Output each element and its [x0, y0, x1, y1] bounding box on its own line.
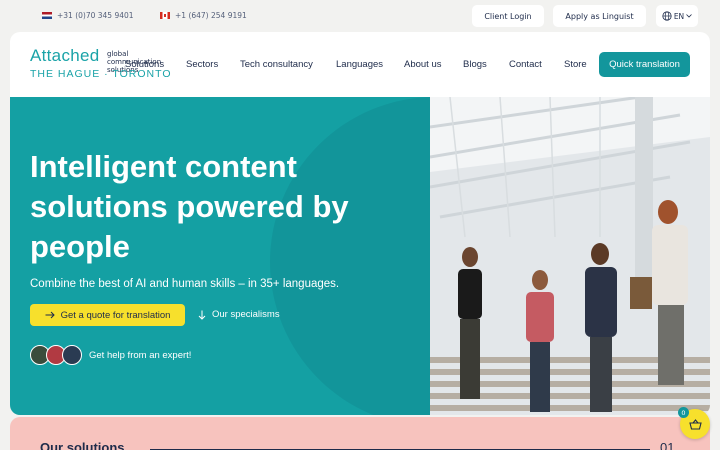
phone-ca-label: +1 (647) 254 9191 — [175, 11, 247, 20]
help-expert-link[interactable]: Get help from an expert! — [89, 350, 191, 361]
get-quote-button[interactable]: Get a quote for translation — [30, 304, 185, 326]
top-bar: +31 (0)70 345 9401 +1 (647) 254 9191 Cli… — [0, 0, 720, 32]
nav-sectors[interactable]: Sectors — [186, 59, 218, 70]
language-label: EN — [673, 11, 685, 21]
logo-wordmark: Attached — [30, 46, 100, 65]
our-specialisms-label: Our specialisms — [212, 309, 280, 320]
avatar — [62, 345, 82, 365]
hero-subtitle: Combine the best of AI and human skills … — [30, 278, 340, 290]
basket-icon — [688, 418, 702, 430]
our-solutions-section: Our solutions 01 — [10, 417, 710, 450]
phone-ca[interactable]: +1 (647) 254 9191 — [160, 11, 247, 20]
apply-linguist-button[interactable]: Apply as Linguist — [553, 5, 646, 27]
cart-button[interactable]: 0 — [678, 407, 710, 439]
hero-title: Intelligent content solutions powered by… — [30, 149, 349, 264]
phone-nl[interactable]: +31 (0)70 345 9401 — [42, 11, 134, 20]
hero-section: Intelligent content solutions powered by… — [10, 97, 430, 415]
our-specialisms-link[interactable]: Our specialisms — [198, 309, 280, 320]
nav-store[interactable]: Store — [564, 59, 587, 70]
globe-icon — [662, 11, 672, 21]
client-login-button[interactable]: Client Login — [472, 5, 544, 27]
people-walking-image — [430, 97, 710, 415]
nav-about-us[interactable]: About us — [404, 59, 442, 70]
arrow-right-icon — [45, 311, 55, 319]
nav-solutions[interactable]: Solutions — [125, 59, 164, 70]
quick-translation-button[interactable]: Quick translation — [599, 52, 690, 77]
nav-tech-consultancy[interactable]: Tech consultancy — [240, 59, 313, 70]
nav-blogs[interactable]: Blogs — [463, 59, 487, 70]
phone-nl-label: +31 (0)70 345 9401 — [57, 11, 134, 20]
chevron-down-icon — [686, 14, 692, 18]
solutions-title: Our solutions — [40, 440, 125, 450]
language-selector[interactable]: EN — [656, 5, 698, 27]
arrow-down-icon — [198, 310, 206, 320]
expert-avatars[interactable] — [30, 345, 84, 365]
canada-flag-icon — [160, 12, 170, 19]
hero-photo — [430, 97, 710, 415]
cart-count-badge: 0 — [678, 407, 689, 418]
main-header: Attached global communication solutions … — [10, 32, 710, 97]
netherlands-flag-icon — [42, 12, 52, 19]
solutions-number: 01 — [660, 440, 675, 450]
nav-languages[interactable]: Languages — [336, 59, 383, 70]
get-quote-label: Get a quote for translation — [60, 309, 171, 321]
nav-contact[interactable]: Contact — [509, 59, 542, 70]
